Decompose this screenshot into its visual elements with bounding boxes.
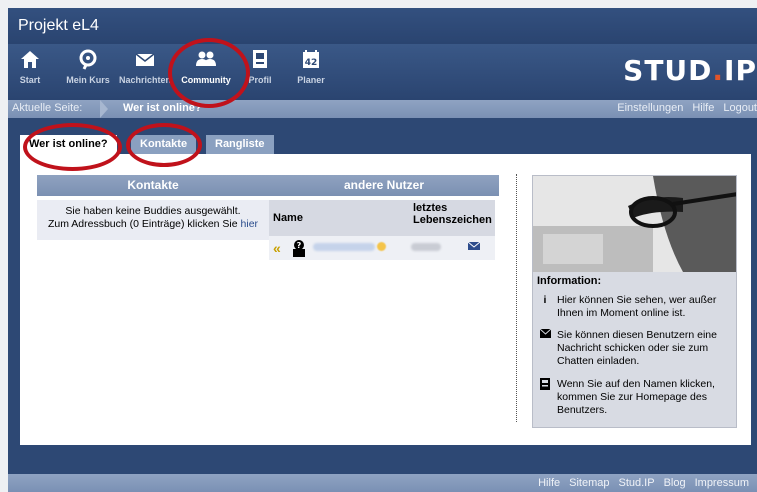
user-name-blurred[interactable]	[313, 243, 375, 251]
nav-profil[interactable]: Profil	[246, 48, 274, 85]
column-name: Name	[273, 212, 303, 224]
calendar-badge: 42	[305, 58, 318, 68]
window-title: Projekt eL4	[8, 8, 757, 44]
bottom-area: Hilfe Sitemap Stud.IP Blog Impressum	[8, 445, 757, 492]
info-title: Information:	[537, 275, 602, 287]
profile-icon	[539, 378, 551, 394]
highlight-circle-tab-kontakte	[126, 123, 202, 167]
info-item-message: Sie können diesen Benutzern eine Nachric…	[537, 328, 733, 371]
footer-link-impressum[interactable]: Impressum	[695, 477, 749, 489]
app-frame: Projekt eL4 Start Mein Kurs Nachrichten …	[8, 8, 757, 492]
course-icon	[60, 48, 116, 72]
other-users-header: andere Nutzer	[343, 178, 425, 192]
footer: Hilfe Sitemap Stud.IP Blog Impressum	[8, 474, 757, 492]
link-einstellungen[interactable]: Einstellungen	[617, 102, 683, 114]
info-icon: i	[543, 294, 547, 306]
address-book-link[interactable]: hier	[241, 218, 259, 230]
column-divider	[516, 174, 517, 422]
studip-logo: STUD.IP	[623, 54, 757, 87]
info-box: Information: i Hier können Sie sehen, we…	[532, 175, 737, 428]
contacts-header: Kontakte	[127, 178, 179, 192]
add-buddy-icon[interactable]: «	[273, 240, 281, 256]
nav-planer[interactable]: 42 Planer	[294, 48, 328, 85]
link-logout[interactable]: Logout	[723, 102, 757, 114]
calendar-icon: 42	[294, 48, 328, 72]
breadcrumb-arrow	[100, 100, 108, 118]
info-item-homepage: Wenn Sie auf den Namen klicken, kommen S…	[537, 378, 733, 420]
column-last-seen: letztes Lebenszeichen	[413, 202, 492, 226]
info-item-online: i Hier können Sie sehen, wer außer Ihnen…	[537, 294, 733, 324]
svg-text:?: ?	[297, 241, 302, 250]
header-links: Einstellungen Hilfe Logout	[608, 102, 757, 114]
send-message-icon[interactable]	[467, 241, 481, 254]
table-row: « ?	[269, 236, 495, 260]
breadcrumb: Aktuelle Seite: Wer ist online? Einstell…	[8, 100, 757, 118]
tab-rangliste[interactable]: Rangliste	[206, 135, 274, 154]
home-icon	[18, 48, 42, 72]
table-header: Kontakte andere Nutzer	[37, 175, 499, 196]
highlight-circle-community	[168, 38, 250, 108]
last-seen-blurred	[411, 243, 441, 251]
highlight-circle-tab-online	[23, 123, 122, 171]
breadcrumb-label: Aktuelle Seite:	[12, 102, 83, 114]
nav-start[interactable]: Start	[18, 48, 42, 85]
online-users-header: Name letztes Lebenszeichen	[269, 200, 495, 236]
footer-link-studip[interactable]: Stud.IP	[618, 477, 654, 489]
footer-link-sitemap[interactable]: Sitemap	[569, 477, 609, 489]
nav-mein-kurs[interactable]: Mein Kurs	[60, 48, 116, 85]
avatar: ?	[291, 239, 307, 257]
mail-icon	[116, 48, 174, 72]
footer-link-hilfe[interactable]: Hilfe	[538, 477, 560, 489]
footer-link-blog[interactable]: Blog	[664, 477, 686, 489]
info-image	[533, 176, 736, 272]
main-content: Kontakte andere Nutzer Sie haben keine B…	[20, 154, 751, 445]
profile-icon	[246, 48, 274, 72]
user-status-icon	[377, 242, 386, 251]
nav-nachrichten[interactable]: Nachrichten	[116, 48, 174, 85]
no-buddies-message: Sie haben keine Buddies ausgewählt. Zum …	[37, 200, 269, 240]
footer-links: Hilfe Sitemap Stud.IP Blog Impressum	[529, 477, 749, 489]
mail-icon	[539, 328, 551, 342]
online-users-table: Name letztes Lebenszeichen « ?	[269, 200, 495, 260]
link-hilfe[interactable]: Hilfe	[692, 102, 714, 114]
main-navigation: Start Mein Kurs Nachrichten Community Pr…	[8, 44, 757, 100]
